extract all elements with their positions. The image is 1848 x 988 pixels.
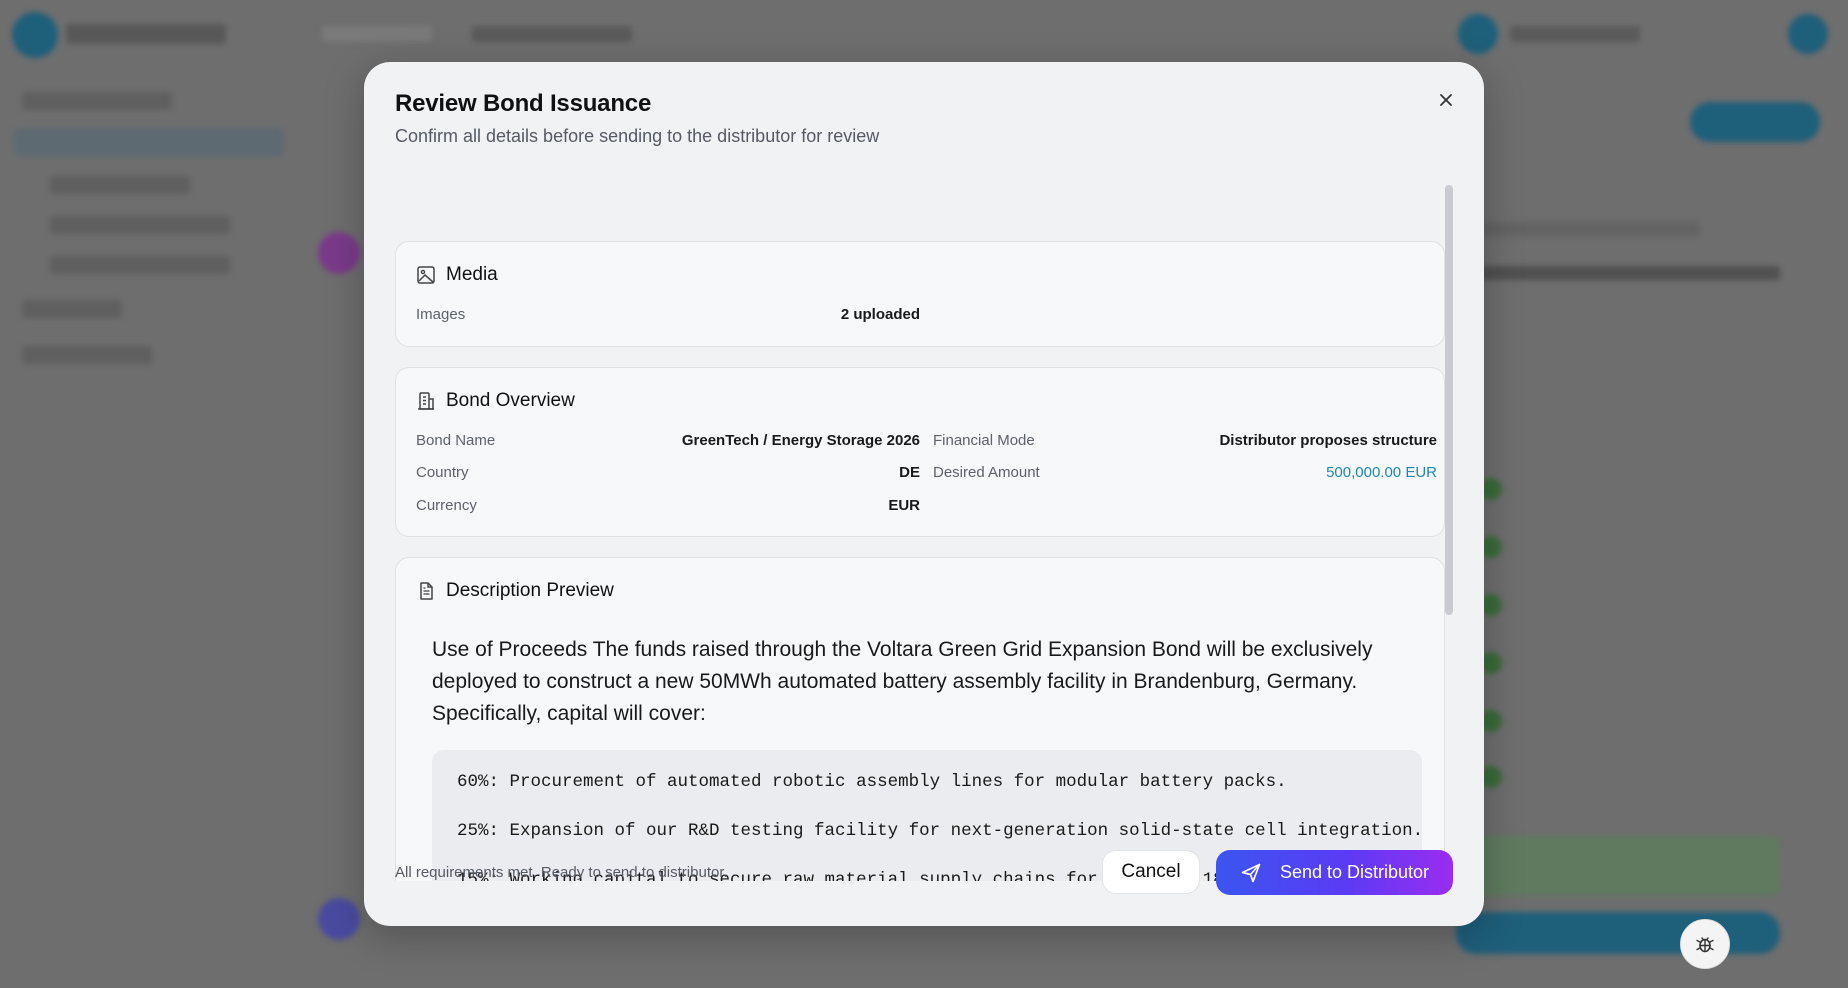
images-label: Images [416, 306, 466, 323]
send-button-label: Send to Distributor [1279, 862, 1430, 882]
bond-name-label: Bond Name [416, 432, 496, 449]
financial-mode-label: Financial Mode [933, 432, 1035, 449]
review-bond-modal: Review Bond Issuance Confirm all details… [364, 62, 1484, 926]
background-button [1690, 102, 1820, 142]
background-avatar [1788, 14, 1828, 54]
background-tab [472, 26, 632, 42]
footer-status-note: All requirements met. Ready to send to d… [395, 864, 728, 881]
bond-overview-header: Bond Overview [416, 390, 575, 412]
background-topbar [0, 0, 1848, 70]
desired-amount-value: 500,000.00 EUR [1326, 464, 1437, 481]
modal-title: Review Bond Issuance [395, 90, 652, 117]
background-sidebar-item [50, 216, 230, 234]
send-icon [1241, 863, 1261, 882]
background-tab [1510, 26, 1640, 42]
financial-mode-value: Distributor proposes structure [1219, 432, 1437, 449]
background-sidebar-active [14, 128, 284, 156]
modal-subtitle: Confirm all details before sending to th… [395, 126, 880, 146]
bond-overview-title: Bond Overview [446, 390, 575, 411]
background-avatar [1458, 14, 1498, 54]
code-line: 25%: Expansion of our R&D testing facili… [457, 821, 1424, 841]
bond-name-value: GreenTech / Energy Storage 2026 [681, 432, 920, 449]
desired-amount-label: Desired Amount [933, 464, 1040, 481]
description-preview-title: Description Preview [446, 580, 614, 601]
description-paragraph: Use of Proceeds The funds raised through… [432, 638, 1373, 725]
country-label: Country [416, 464, 469, 481]
background-row [1480, 222, 1700, 236]
close-button[interactable] [1430, 84, 1462, 116]
bond-overview-card: Bond Overview Bond Name GreenTech / Ener… [395, 367, 1445, 537]
background-card [1470, 836, 1780, 896]
media-card: Media Images 2 uploaded [395, 241, 1445, 347]
media-card-header: Media [416, 264, 498, 286]
description-preview-header: Description Preview [416, 580, 614, 602]
scrollbar-thumb[interactable] [1445, 185, 1453, 615]
media-card-title: Media [446, 264, 498, 285]
currency-label: Currency [416, 497, 477, 514]
images-value: 2 uploaded [840, 306, 920, 323]
document-icon [420, 582, 433, 600]
building-icon [418, 392, 434, 410]
cancel-button[interactable]: Cancel [1102, 850, 1200, 894]
background-row [1480, 266, 1780, 280]
code-line: 60%: Procurement of automated robotic as… [457, 772, 1287, 792]
send-to-distributor-button[interactable]: Send to Distributor [1216, 850, 1453, 895]
background-button [1456, 912, 1780, 954]
background-sidebar-item [50, 176, 190, 194]
background-tab [322, 26, 432, 42]
background-sidebar-item [22, 300, 122, 318]
country-value: DE [899, 464, 920, 481]
close-icon [1440, 94, 1452, 106]
background-logo [12, 12, 58, 58]
background-sidebar-item [22, 92, 172, 110]
review-scroll-area[interactable]: Media Images 2 uploaded Bond Overview Bo… [395, 179, 1455, 881]
background-sidebar-item [22, 346, 152, 364]
bug-icon [1696, 937, 1714, 953]
currency-value: EUR [888, 497, 920, 514]
image-icon [417, 266, 435, 284]
background-sidebar-item [50, 256, 230, 274]
background-avatar [318, 232, 360, 274]
background-avatar [318, 898, 360, 940]
debug-button[interactable] [1680, 919, 1730, 969]
description-preview-card: Description Preview Use of Proceeds The … [395, 557, 1445, 881]
background-logo-text [66, 24, 226, 44]
